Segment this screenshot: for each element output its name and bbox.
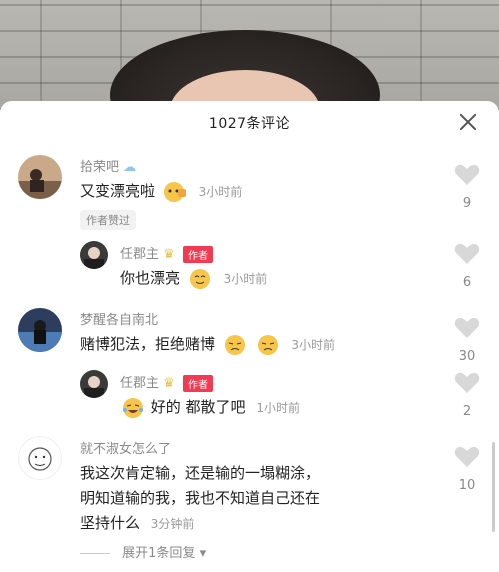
like-count: 10 [458, 478, 476, 493]
heart-icon [454, 372, 480, 393]
like-button[interactable]: 9 [452, 164, 482, 211]
avatar[interactable] [80, 370, 108, 398]
comment-text: 赌博犯法，拒绝赌博 3小时前 [80, 333, 335, 356]
heart-icon [454, 317, 480, 338]
like-count: 2 [462, 404, 472, 419]
like-button[interactable]: 2 [452, 372, 482, 419]
like-count: 9 [462, 196, 472, 211]
crown-icon: ♛ [163, 247, 175, 262]
avatar[interactable] [18, 436, 62, 480]
reply-time: 1小时前 [256, 401, 300, 415]
like-button[interactable]: 10 [452, 446, 482, 493]
comment-text-line3: 坚持什么 3分钟前 [80, 514, 195, 532]
avatar[interactable] [18, 308, 62, 352]
avatar[interactable] [18, 155, 62, 199]
heart-icon [454, 243, 480, 264]
scrollbar[interactable] [492, 442, 495, 532]
reply-text: 好的 都散了吧 1小时前 [120, 396, 300, 419]
reply-text: 你也漂亮 3小时前 [120, 267, 267, 290]
like-count: 30 [458, 349, 476, 364]
comments-header: 1027条评论 [0, 101, 499, 145]
heart-icon [454, 164, 480, 185]
chevron-down-icon: ▾ [199, 546, 207, 561]
author-badge: 作者 [182, 375, 213, 392]
comment-time: 3分钟前 [150, 517, 195, 531]
video-background [0, 0, 499, 110]
comments-title: 1027条评论 [208, 116, 291, 132]
crown-icon: ♛ [163, 376, 175, 391]
crying-emoji-icon [224, 334, 245, 355]
author-badge: 作者 [182, 246, 213, 263]
close-icon[interactable] [457, 111, 479, 133]
like-count: 6 [462, 275, 472, 290]
author-liked-badge: 作者赞过 [80, 210, 136, 230]
comment-text-line2: 明知道输的我，我也不知道自己还在 [80, 489, 321, 507]
smile-emoji-icon [189, 268, 210, 289]
reply-time: 3小时前 [223, 272, 268, 286]
shy-emoji-icon [163, 181, 186, 202]
comment-username[interactable]: 梦醒各自南北 [80, 309, 158, 328]
comment-text: 又变漂亮啦 3小时前 [80, 180, 242, 203]
comment-username[interactable]: 就不淑女怎么了 [80, 438, 171, 457]
comment-time: 3小时前 [198, 185, 243, 199]
crying-emoji-icon [257, 334, 278, 355]
cloud-icon: ☁ [123, 160, 137, 175]
divider-line [80, 553, 110, 554]
comment-text-line1: 我这次肯定输，还是输的一塌糊涂， [80, 464, 321, 482]
expand-replies-button[interactable]: 展开1条回复 ▾ [80, 542, 206, 561]
laughing-crying-emoji-icon [123, 397, 143, 418]
comment-time: 3小时前 [291, 338, 335, 352]
heart-icon [454, 446, 480, 467]
like-button[interactable]: 30 [452, 317, 482, 364]
like-button[interactable]: 6 [452, 243, 482, 290]
avatar[interactable] [80, 241, 108, 269]
reply-username[interactable]: 任郡主 ♛ 作者 [120, 243, 213, 263]
comment-username[interactable]: 拾荣吧 ☁ [80, 156, 136, 175]
reply-username[interactable]: 任郡主 ♛ 作者 [120, 372, 213, 392]
